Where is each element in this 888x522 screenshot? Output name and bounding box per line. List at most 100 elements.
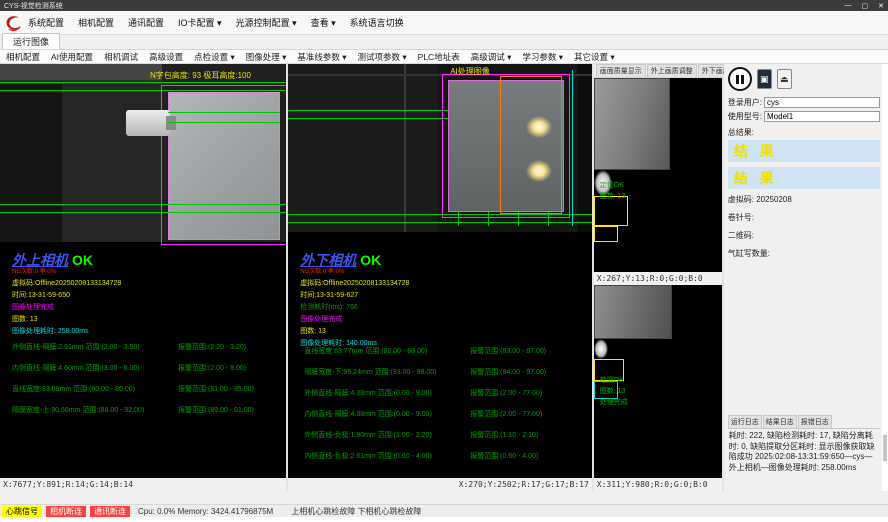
measurement-alarm: 报警范围:(1.10 - 2.10) (470, 430, 538, 440)
measurement-text: 外侧直线-隔膜:2.91mm 范围:(2.00 - 3.50) (12, 342, 178, 352)
measurement-row: 外侧直线-隔膜:2.91mm 范围:(2.00 - 3.50) 报警范围:(2.… (12, 342, 284, 352)
scrollbar-thumb[interactable] (883, 435, 887, 461)
log-tab[interactable]: 结果日志 (763, 415, 797, 428)
measurement-row: 内侧直线-隔膜:4.60mm 范围:(3.00 - 6.00) 报警范围:(2.… (12, 363, 284, 373)
sidebar-field-label: 虚拟码: 20250208 (728, 194, 880, 205)
eject-button[interactable]: ⏏ (777, 69, 792, 89)
toolbar-item[interactable]: 高级调试 ▾ (471, 51, 512, 63)
measurement-text: 隔膜宽度-上:90.56mm 范围:(88.00 - 92.00) (12, 405, 178, 415)
log-tab[interactable]: 报错日志 (798, 415, 832, 428)
preview-text-line: 处理完成 (600, 397, 628, 408)
preview-tab[interactable]: 外上画质调整 (647, 64, 697, 77)
preview-tabs: 画面质量显示外上画质调整外下画质调整 (594, 64, 722, 78)
preview-top-image (594, 78, 670, 170)
toolbar-item[interactable]: 高级设置 (149, 51, 183, 63)
camera-mid-info: NG次数:0 率:0% 虚拟码:Offline20250208133134728… (300, 266, 409, 350)
toolbar-item[interactable]: 图像处理 ▾ (246, 51, 287, 63)
menu-item[interactable]: 系统语言切换 (350, 16, 404, 29)
result-box-2: 结 果 (728, 167, 880, 189)
measurement-alarm: 报警范围:(2.00 - 77.00) (470, 388, 542, 398)
camera-button[interactable]: ▣ (757, 69, 772, 89)
tab-run-image[interactable]: 运行图像 (2, 33, 60, 49)
preview-bottom-image (594, 285, 672, 339)
measurement-text: 外侧直线-负极:1.90mm 范围:(1.00 - 2.20) (304, 430, 470, 440)
preview-top-text: 定位OK图数: 13 (600, 180, 626, 202)
toolbar-item[interactable]: 点检设置 ▾ (194, 51, 235, 63)
sidebar: ▣ ⏏ 登录用户: 使用型号: 总结果: 结 果 结 果 虚拟码: 202502… (724, 64, 888, 491)
preview-view-bottom[interactable]: 检测OK图数: 13处理完成 (594, 285, 722, 479)
toolbar-item[interactable]: PLC地址表 (418, 51, 460, 63)
menu-item[interactable]: 通讯配置 (128, 16, 164, 29)
toolbar-item[interactable]: 其它设置 ▾ (574, 51, 615, 63)
mid-image-annotation: AI处理图像 (450, 66, 490, 77)
roi-box-yellow (594, 226, 618, 242)
status-bar: 心跳信号 相机断连 通讯断连 Cpu: 0.0% Memory: 3424.41… (0, 504, 888, 517)
barcode-text: 虚拟码:Offline20250208133134728 (12, 278, 121, 290)
preview-tab[interactable]: 画面质量显示 (596, 64, 646, 77)
camera-left-viewport[interactable]: N字包高度: 93 极耳高度:100 外上相机OK NG次数:0 率:0% 虚拟… (0, 64, 286, 478)
log-tab[interactable]: 运行日志 (728, 415, 762, 428)
close-icon[interactable]: ✕ (878, 2, 884, 10)
measurement-row: 直线宽度:83.77mm 范围:(82.00 - 88.00) 报警范围:(83… (304, 346, 590, 356)
status-text: 图像处理完成 (12, 302, 121, 314)
menu-item[interactable]: 相机配置 (78, 16, 114, 29)
log-tabs: 运行日志结果日志报错日志 (728, 415, 880, 429)
measurement-alarm: 报警范围:(0.60 - 4.00) (470, 451, 538, 461)
measurement-row: 隔膜宽度-下:95.24mm 范围:(93.00 - 98.00) 报警范围:(… (304, 367, 590, 377)
menu-item[interactable]: IO卡配置 ▾ (178, 16, 222, 29)
left-image-annotation: N字包高度: 93 极耳高度:100 (150, 70, 251, 81)
total-result-label: 总结果: (728, 127, 880, 138)
fault-readout: 上相机心跳检故障 下相机心跳检故障 (291, 506, 421, 517)
maximize-icon[interactable]: ▢ (862, 2, 869, 10)
camera-mid-image: AI处理图像 (288, 64, 592, 232)
menu-item[interactable]: 查看 ▾ (311, 16, 336, 29)
camera-panel-left: N字包高度: 93 极耳高度:100 外上相机OK NG次数:0 率:0% 虚拟… (0, 64, 286, 491)
measurement-alarm: 报警范围:(83.00 - 87.00) (470, 346, 546, 356)
login-user-label: 登录用户: (728, 97, 762, 108)
measurement-text: 内侧直线-负极:2.61mm 范围:(0.60 - 4.00) (304, 451, 470, 461)
sidebar-field-label: 二维码: (728, 230, 880, 241)
preview-view-top[interactable]: 定位OK图数: 13 (594, 78, 722, 272)
frame-count: 图数: 13 (300, 326, 409, 338)
result-box-1: 结 果 (728, 140, 880, 162)
menu-item[interactable]: 系统配置 (28, 16, 64, 29)
measurement-row: 隔膜宽度-上:90.56mm 范围:(88.00 - 92.00) 报警范围:(… (12, 405, 284, 415)
preview-text-line: 图数: 13 (600, 191, 626, 202)
toolbar-item[interactable]: 测试项参数 ▾ (358, 51, 407, 63)
minimize-icon[interactable]: — (845, 2, 852, 10)
time-text: 时间:13-31-59-627 (300, 290, 409, 302)
camera-mid-viewport[interactable]: AI处理图像 外下相机OK NG次数:0 率:0% 虚拟码:Offline202… (288, 64, 592, 478)
measurement-list-mid: 直线宽度:83.77mm 范围:(82.00 - 88.00) 报警范围:(83… (304, 346, 590, 472)
menu-bar: 系统配置 相机配置 通讯配置 IO卡配置 ▾ 光源控制配置 ▾ 查看 ▾ 系统语言切换 (0, 11, 888, 35)
measurement-alarm: 报警范围:(94.00 - 97.00) (470, 367, 546, 377)
window-title: CYS-视觉检测系统 (4, 1, 845, 11)
toolbar-item[interactable]: 相机调试 (104, 51, 138, 63)
model-field[interactable] (764, 111, 880, 122)
eject-icon: ⏏ (780, 74, 789, 85)
toolbar-item[interactable]: AI使用配置 (51, 51, 93, 63)
title-bar: CYS-视觉检测系统 — ▢ ✕ (0, 0, 888, 11)
preview-text-line: 图数: 13 (600, 386, 628, 397)
cpu-memory-readout: Cpu: 0.0% Memory: 3424.41796875M (138, 507, 273, 516)
menu-items: 系统配置 相机配置 通讯配置 IO卡配置 ▾ 光源控制配置 ▾ 查看 ▾ 系统语言切换 (28, 16, 404, 29)
tab-strip: 运行图像 (0, 35, 888, 50)
sidebar-field-label: 卷针号: (728, 212, 880, 223)
pause-button[interactable] (728, 67, 752, 91)
preview-bottom-text: 检测OK图数: 13处理完成 (600, 375, 628, 408)
measurement-text: 外侧直线-隔膜:4.38mm 范围:(0.00 - 9.00) (304, 388, 470, 398)
camera-left-info: NG次数:0 率:0% 虚拟码:Offline20250208133134728… (12, 266, 121, 338)
login-user-field[interactable] (764, 97, 880, 108)
status-text: 图像处理完成 (300, 314, 409, 326)
elapsed-text: 图像处理耗时: 258.00ms (12, 326, 121, 338)
measurement-text: 直线宽度:83.77mm 范围:(82.00 - 88.00) (304, 346, 470, 356)
preview-column: 画面质量显示外上画质调整外下画质调整 定位OK图数: 13 X:267;Y:13… (594, 64, 722, 491)
sidebar-scrollbar[interactable] (882, 64, 888, 491)
measurement-row: 内侧直线-负极:2.61mm 范围:(0.60 - 4.00) 报警范围:(0.… (304, 451, 590, 461)
toolbar-item[interactable]: 基准线参数 ▾ (297, 51, 346, 63)
barcode-text: 虚拟码:Offline20250208133134728 (300, 278, 409, 290)
ng-info: NG次数:0 率:0% (12, 266, 121, 278)
menu-item[interactable]: 光源控制配置 ▾ (236, 16, 297, 29)
measurement-text: 直线宽度:83.05mm 范围:(80.00 - 86.00) (12, 384, 178, 394)
toolbar-item[interactable]: 相机配置 (6, 51, 40, 63)
toolbar-item[interactable]: 学习参数 ▾ (522, 51, 563, 63)
